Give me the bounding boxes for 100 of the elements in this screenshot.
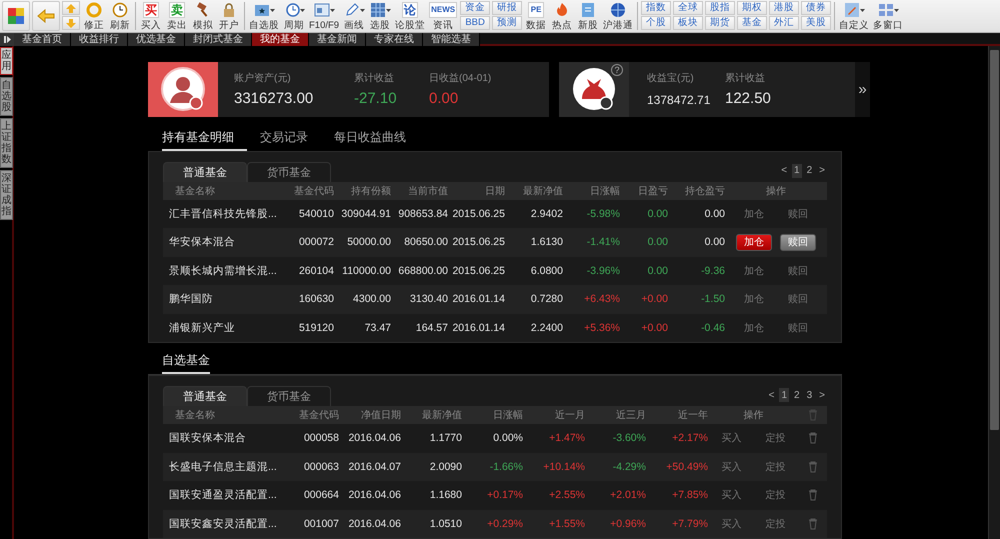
table-cell-text: +0.00 (640, 322, 668, 334)
padlock-icon (221, 2, 237, 18)
back-button[interactable] (32, 1, 60, 31)
toolbar-text-button[interactable]: 股指 (705, 1, 736, 15)
action-button[interactable]: 定投 (758, 430, 794, 447)
toolbar-text-button[interactable]: 期权 (737, 1, 768, 15)
toolbar-button[interactable]: 卖 卖出 (165, 1, 189, 31)
fund-type-tab[interactable]: 普通基金 (163, 162, 247, 182)
previous-page-button[interactable]: < (779, 164, 790, 178)
trash-icon[interactable] (808, 432, 818, 444)
toolbar-text-button[interactable]: 全球 (673, 1, 704, 15)
toolbar-button[interactable]: 热点 (550, 1, 574, 31)
action-button[interactable]: 定投 (758, 486, 794, 504)
help-icon[interactable]: ? (611, 64, 623, 76)
action-button[interactable]: 赎回 (780, 319, 816, 336)
fund-type-tab[interactable]: 普通基金 (163, 386, 247, 406)
toolbar-button[interactable]: 选股 (368, 1, 392, 31)
action-button[interactable]: 加仓 (736, 290, 772, 308)
action-button[interactable]: 赎回 (780, 262, 816, 280)
action-button[interactable]: 加仓 (736, 234, 772, 251)
action-button[interactable]: 买入 (714, 486, 750, 504)
toolbar-text-button[interactable]: 指数 (641, 1, 672, 15)
toolbar-text-button[interactable]: 美股 (801, 16, 832, 30)
nav-tab[interactable]: 基金新闻 (309, 33, 366, 46)
action-button[interactable]: 加仓 (736, 262, 772, 280)
section-tab[interactable]: 交易记录 (260, 129, 321, 152)
toolbar-text-button[interactable]: BBD (460, 16, 490, 30)
action-button[interactable]: 定投 (758, 515, 794, 532)
toolbar-text-button[interactable]: 港股 (769, 1, 800, 15)
toolbar-text-button[interactable]: 债券 (801, 1, 832, 15)
side-tab[interactable]: 应用 (0, 47, 13, 75)
toolbar-button[interactable]: PE 数据 (524, 1, 548, 31)
page-number-button[interactable]: 2 (792, 388, 802, 402)
toolbar-text-button[interactable]: 研报 (492, 1, 522, 15)
side-tab[interactable]: 上证指数 (0, 118, 13, 168)
nav-tab[interactable]: 收益排行 (71, 33, 128, 46)
action-button[interactable]: 加仓 (736, 319, 772, 336)
toolbar-text-button[interactable]: 资金 (460, 1, 490, 15)
table-cell-text: -5.98% (586, 208, 620, 220)
collapse-icon[interactable] (0, 33, 14, 46)
next-page-button[interactable]: > (817, 164, 827, 178)
toolbar-text-button[interactable]: 个股 (641, 16, 672, 30)
toolbar-text-button[interactable]: 基金 (737, 16, 768, 30)
nav-tab[interactable]: 我的基金 (252, 33, 309, 46)
fund-type-tab[interactable]: 货币基金 (247, 162, 331, 182)
left-arrow-icon (37, 9, 55, 23)
toolbar-button[interactable]: 沪港通 (602, 1, 634, 31)
action-button[interactable]: 赎回 (780, 290, 816, 308)
page-number-button[interactable]: 3 (804, 388, 814, 402)
column-header: 日期 (484, 184, 505, 198)
toolbar-button[interactable]: 开户 (217, 1, 241, 31)
action-button[interactable]: 买入 (714, 515, 750, 532)
nav-tab[interactable]: 智能选基 (423, 33, 480, 46)
toolbar-button[interactable]: 自选股 (248, 1, 280, 31)
toolbar-text-button[interactable]: 板块 (673, 16, 704, 30)
up-button[interactable] (62, 1, 80, 15)
page-number-button[interactable]: 1 (792, 164, 802, 178)
section-tab[interactable]: 每日收益曲线 (334, 129, 419, 152)
action-button[interactable]: 定投 (758, 458, 794, 476)
toolbar-button[interactable]: 新股 (576, 1, 600, 31)
action-button[interactable]: 赎回 (780, 205, 816, 222)
previous-page-button[interactable]: < (766, 388, 776, 402)
down-button[interactable] (62, 16, 80, 30)
toolbar-text-button[interactable]: 期货 (705, 16, 736, 30)
toolbar-button[interactable]: 修正 (82, 1, 106, 31)
next-page-button[interactable]: > (817, 388, 827, 402)
trash-icon[interactable] (808, 518, 818, 530)
side-tab[interactable]: 自选股 (0, 77, 13, 116)
fund-type-tab[interactable]: 货币基金 (247, 386, 331, 406)
action-button[interactable]: 买入 (714, 458, 750, 476)
action-button[interactable]: 买入 (714, 430, 750, 447)
toolbar-button[interactable]: F10/F9 (308, 1, 340, 31)
toolbar-button[interactable]: 多窗口 (872, 1, 904, 31)
toolbar-button[interactable]: 刷新 (108, 1, 132, 31)
table-cell-text: 540010 (298, 208, 334, 220)
menu-button[interactable] (2, 1, 30, 31)
action-button[interactable]: 加仓 (736, 205, 772, 222)
trash-icon[interactable] (808, 460, 818, 473)
toolbar-button[interactable]: 买 买入 (139, 1, 163, 31)
table-cell-text: -3.60% (612, 432, 646, 444)
toolbar-button[interactable]: 周期 (282, 1, 306, 31)
toolbar-button[interactable]: NEWS 资讯 (428, 1, 458, 31)
toolbar-button[interactable]: 模拟 (191, 1, 215, 31)
page-number-button[interactable]: 1 (779, 388, 790, 402)
side-tab[interactable]: 深证成指 (0, 170, 13, 220)
nav-tab[interactable]: 专家在线 (366, 33, 423, 46)
toolbar-button[interactable]: 论 论股堂 (394, 1, 426, 31)
nav-tab[interactable]: 基金首页 (14, 33, 71, 46)
trash-icon[interactable] (808, 489, 818, 502)
toolbar-text-button[interactable]: 预测 (492, 16, 522, 30)
table-cell-text: 2.9402 (530, 208, 563, 220)
page-number-button[interactable]: 2 (804, 164, 814, 178)
nav-tab[interactable]: 优选基金 (128, 33, 185, 46)
toolbar-text-button[interactable]: 外汇 (769, 16, 800, 30)
action-button[interactable]: 赎回 (780, 234, 816, 251)
scrollbar[interactable] (988, 46, 1000, 539)
toolbar-button[interactable]: 画线 (342, 1, 366, 31)
expand-button[interactable]: » (855, 62, 870, 117)
nav-tab[interactable]: 封闭式基金 (185, 33, 252, 46)
toolbar-button[interactable]: 自定义 (838, 1, 870, 31)
